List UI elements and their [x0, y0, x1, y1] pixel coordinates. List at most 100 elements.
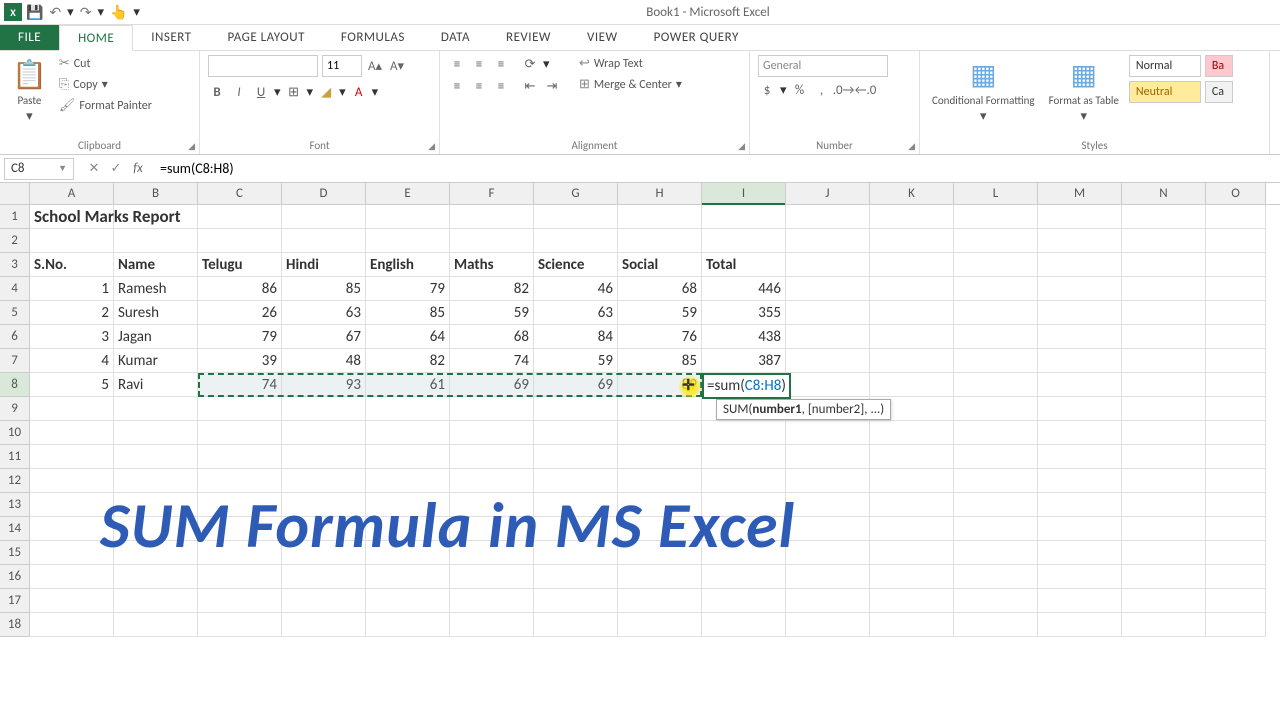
cell[interactable] [198, 445, 282, 469]
row-header[interactable]: 14 [0, 517, 30, 541]
cell[interactable] [198, 397, 282, 421]
tab-view[interactable]: VIEW [569, 25, 636, 50]
cell[interactable] [534, 589, 618, 613]
row-header[interactable]: 9 [0, 397, 30, 421]
cell[interactable]: 446 [702, 277, 786, 301]
cell[interactable] [1206, 253, 1266, 277]
cell[interactable]: 79 [366, 277, 450, 301]
tab-data[interactable]: DATA [423, 25, 488, 50]
cell[interactable]: 68 [618, 277, 702, 301]
row-header[interactable]: 13 [0, 493, 30, 517]
row-header[interactable]: 17 [0, 589, 30, 613]
cell[interactable]: 387 [702, 349, 786, 373]
chevron-down-icon[interactable]: ▼ [58, 163, 67, 174]
cell[interactable] [282, 397, 366, 421]
align-bottom-icon[interactable]: ≡ [492, 55, 510, 73]
cell[interactable]: Telugu [198, 253, 282, 277]
cell[interactable] [1206, 469, 1266, 493]
align-left-icon[interactable]: ≡ [448, 77, 466, 95]
cell[interactable]: Suresh [114, 301, 198, 325]
cell[interactable]: 5 [30, 373, 114, 397]
cell[interactable] [786, 493, 870, 517]
cell[interactable] [198, 229, 282, 253]
cell[interactable]: School Marks Report [30, 205, 114, 229]
fill-color-button[interactable]: ◢ [317, 83, 335, 101]
cell[interactable] [1122, 421, 1206, 445]
cell[interactable]: 82 [366, 349, 450, 373]
border-button[interactable]: ⊞ [285, 83, 303, 101]
cell[interactable] [786, 613, 870, 637]
cell[interactable] [1122, 469, 1206, 493]
underline-button[interactable]: U [252, 83, 270, 101]
cell[interactable] [702, 229, 786, 253]
cell[interactable] [282, 421, 366, 445]
col-header[interactable]: I [702, 183, 786, 204]
style-calculation[interactable]: Ca [1205, 81, 1233, 103]
cell[interactable]: 69 [534, 373, 618, 397]
cell[interactable]: 1 [30, 277, 114, 301]
cell[interactable] [1122, 589, 1206, 613]
col-header[interactable]: C [198, 183, 282, 204]
col-header[interactable]: K [870, 183, 954, 204]
cell[interactable] [954, 325, 1038, 349]
cell[interactable] [114, 205, 198, 229]
cell[interactable] [1206, 421, 1266, 445]
cell[interactable] [702, 589, 786, 613]
cell[interactable] [1206, 349, 1266, 373]
currency-icon[interactable]: $ [758, 81, 776, 99]
cell[interactable] [366, 205, 450, 229]
cell[interactable] [954, 373, 1038, 397]
cell[interactable] [786, 325, 870, 349]
cell[interactable] [954, 493, 1038, 517]
cell[interactable] [1122, 517, 1206, 541]
cell[interactable] [450, 421, 534, 445]
cell[interactable] [1122, 205, 1206, 229]
cell[interactable] [282, 229, 366, 253]
cell[interactable] [1038, 373, 1122, 397]
font-color-button[interactable]: A [350, 83, 368, 101]
col-header[interactable]: G [534, 183, 618, 204]
cell[interactable]: 3 [30, 325, 114, 349]
cell[interactable]: Social [618, 253, 702, 277]
cell[interactable] [1038, 469, 1122, 493]
cell[interactable]: 85 [366, 301, 450, 325]
cell[interactable] [366, 229, 450, 253]
cell[interactable] [870, 373, 954, 397]
font-size-input[interactable] [322, 55, 362, 77]
cell[interactable]: Maths [450, 253, 534, 277]
cell[interactable]: 2 [30, 301, 114, 325]
cell[interactable] [1038, 229, 1122, 253]
cell[interactable] [618, 421, 702, 445]
cell[interactable] [1038, 565, 1122, 589]
col-header[interactable]: D [282, 183, 366, 204]
save-icon[interactable]: 💾 [26, 4, 43, 21]
decrease-indent-icon[interactable]: ⇤ [521, 77, 539, 95]
cell[interactable]: 74 [450, 349, 534, 373]
align-right-icon[interactable]: ≡ [492, 77, 510, 95]
cell[interactable] [870, 253, 954, 277]
cell[interactable] [1206, 373, 1266, 397]
cell[interactable] [870, 325, 954, 349]
cell[interactable] [954, 253, 1038, 277]
style-bad[interactable]: Ba [1205, 55, 1233, 77]
cell[interactable] [954, 517, 1038, 541]
increase-indent-icon[interactable]: ⇥ [543, 77, 561, 95]
cell[interactable] [1206, 301, 1266, 325]
cell[interactable] [702, 205, 786, 229]
cell[interactable] [870, 301, 954, 325]
cell[interactable] [786, 421, 870, 445]
tab-insert[interactable]: INSERT [133, 25, 209, 50]
cell[interactable] [1038, 517, 1122, 541]
cell[interactable] [1122, 445, 1206, 469]
cell[interactable] [450, 445, 534, 469]
cell[interactable] [366, 445, 450, 469]
cell[interactable]: Kumar [114, 349, 198, 373]
cell[interactable] [114, 229, 198, 253]
cell[interactable]: 438 [702, 325, 786, 349]
cell[interactable] [282, 565, 366, 589]
row-header[interactable]: 10 [0, 421, 30, 445]
cell[interactable] [618, 613, 702, 637]
cell[interactable] [1122, 325, 1206, 349]
cell[interactable]: English [366, 253, 450, 277]
cell[interactable]: 61 [366, 373, 450, 397]
